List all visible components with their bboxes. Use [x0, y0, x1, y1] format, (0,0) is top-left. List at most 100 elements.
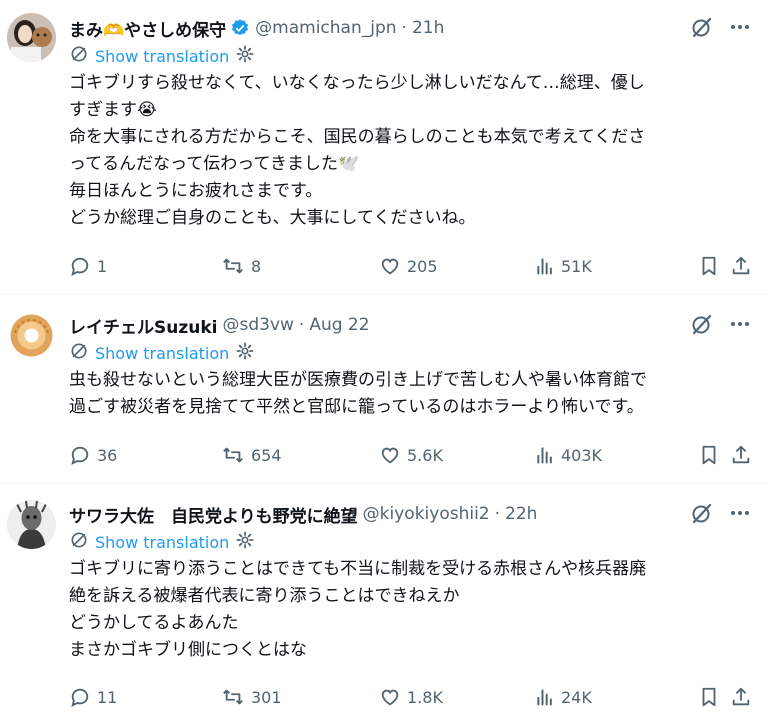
reply-icon [71, 257, 89, 276]
tweet-line: 毎日ほんとうにお疲れさまです。 [69, 181, 323, 201]
tweet-line: 命を大事にされる方だからこそ、国民の暮らしのことも本気で考えてくださ [69, 127, 646, 147]
reply-button[interactable]: 11 [69, 686, 117, 708]
bookmark-button[interactable] [698, 686, 720, 708]
tweet-text: ゴキブリすら殺せなくて、いなくなったら少し淋しいだなんて…総理、優し すぎます😭… [69, 70, 752, 232]
heart-icon [381, 447, 399, 464]
share-button[interactable] [730, 686, 752, 708]
more-options-icon[interactable] [728, 501, 752, 525]
repost-button[interactable]: 301 [221, 686, 282, 708]
separator-dot: · [401, 18, 407, 38]
tweet-actions: 11 301 1.8K 24K [69, 685, 752, 709]
analytics-icon [537, 258, 552, 275]
bookmark-button[interactable] [698, 444, 720, 466]
like-button[interactable]: 1.8K [379, 686, 443, 708]
tweet-line: 過ごす被災者を見捨てて平然と官邸に籠っているのはホラーより怖いです。 [69, 397, 644, 417]
like-button[interactable]: 205 [379, 255, 438, 277]
settings-gear-icon[interactable] [235, 44, 255, 68]
like-count: 1.8K [407, 687, 443, 707]
bookmark-icon [702, 445, 716, 465]
show-translation-link[interactable]: Show translation [95, 47, 229, 66]
show-translation-row[interactable]: Show translation [69, 340, 752, 366]
bookmark-button[interactable] [698, 255, 720, 277]
repost-count: 8 [251, 256, 262, 276]
grok-icon[interactable] [690, 501, 714, 525]
analytics-icon [537, 447, 552, 464]
tweet-header: サワラ大佐 自民党よりも野党に絶望 @kiyokiyoshii2 · 22h [69, 501, 752, 527]
tweet[interactable]: サワラ大佐 自民党よりも野党に絶望 @kiyokiyoshii2 · 22h S… [0, 484, 768, 722]
share-button[interactable] [730, 444, 752, 466]
verified-badge-icon [230, 18, 250, 38]
user-handle[interactable]: @mamichan_jpn [255, 18, 396, 38]
user-handle[interactable]: @kiyokiyoshii2 [363, 504, 490, 524]
show-translation-row[interactable]: Show translation [69, 529, 752, 555]
tweet-actions: 1 8 205 51K [69, 254, 752, 278]
view-count: 403K [561, 445, 603, 465]
views-button[interactable]: 51K [535, 256, 592, 276]
tweet-line: どうかしてるよあんた [69, 613, 239, 633]
timestamp[interactable]: 21h [412, 18, 444, 38]
show-translation-link[interactable]: Show translation [95, 533, 229, 552]
share-button[interactable] [730, 255, 752, 277]
avatar[interactable] [7, 13, 56, 62]
more-options-icon[interactable] [728, 312, 752, 336]
reply-icon [71, 446, 89, 465]
repost-icon [223, 447, 243, 463]
avatar[interactable] [7, 500, 56, 549]
tweet-line: 絶を訴える被爆者代表に寄り添うことはできねえか [69, 586, 460, 606]
avatar[interactable] [7, 311, 56, 360]
settings-gear-icon[interactable] [235, 530, 255, 554]
repost-button[interactable]: 8 [221, 255, 261, 277]
tweet-text: 虫も殺せないという総理大臣が医療費の引き上げで苦しむ人や暑い体育館で 過ごす被災… [69, 367, 752, 421]
timeline-feed: まみ🫶やさしめ保守 @mamichan_jpn · 21h Show trans… [0, 0, 768, 722]
tweet[interactable]: レイチェルSuzuki @sd3vw · Aug 22 Show transla… [0, 295, 768, 484]
repost-button[interactable]: 654 [221, 444, 282, 466]
show-translation-link[interactable]: Show translation [95, 344, 229, 363]
share-icon [732, 445, 750, 464]
display-name[interactable]: まみ🫶やさしめ保守 [69, 16, 226, 41]
user-handle[interactable]: @sd3vw [222, 315, 293, 335]
views-button[interactable]: 24K [535, 687, 592, 707]
settings-gear-icon[interactable] [235, 341, 255, 365]
analytics-icon [537, 689, 552, 706]
heart-icon [381, 258, 399, 275]
like-count: 205 [407, 256, 438, 276]
tweet-line: どうか総理ご自身のことも、大事にしてくださいね。 [69, 208, 476, 228]
reply-icon [71, 688, 89, 707]
like-count: 5.6K [407, 445, 443, 465]
reply-count: 11 [97, 687, 118, 707]
bookmark-icon [702, 256, 716, 276]
view-count: 51K [561, 256, 592, 276]
repost-count: 654 [251, 445, 282, 465]
reply-count: 1 [97, 256, 108, 276]
grok-icon[interactable] [690, 15, 714, 39]
view-count: 24K [561, 687, 592, 707]
timestamp[interactable]: Aug 22 [309, 315, 369, 335]
grok-icon[interactable] [690, 312, 714, 336]
show-translation-row[interactable]: Show translation [69, 43, 752, 69]
tweet-header: まみ🫶やさしめ保守 @mamichan_jpn · 21h [69, 15, 752, 41]
repost-icon [223, 258, 243, 274]
views-button[interactable]: 403K [535, 445, 602, 465]
display-name[interactable]: レイチェルSuzuki [69, 313, 217, 338]
separator-dot: · [298, 315, 305, 335]
tweet-line: まさかゴキブリ側につくとはな [69, 640, 307, 660]
tweet-text: ゴキブリに寄り添うことはできても不当に制裁を受ける赤根さんや核兵器廃 絶を訴える… [69, 556, 752, 664]
tweet-header: レイチェルSuzuki @sd3vw · Aug 22 [69, 312, 752, 338]
tweet[interactable]: まみ🫶やさしめ保守 @mamichan_jpn · 21h Show trans… [0, 0, 768, 295]
tweet-actions: 36 654 5.6K 403K [69, 443, 752, 467]
share-icon [732, 687, 750, 706]
reply-button[interactable]: 1 [69, 255, 107, 277]
display-name[interactable]: サワラ大佐 自民党よりも野党に絶望 [69, 502, 358, 527]
tweet-line: ゴキブリに寄り添うことはできても不当に制裁を受ける赤根さんや核兵器廃 [69, 559, 647, 579]
tweet-line: 虫も殺せないという総理大臣が医療費の引き上げで苦しむ人や暑い体育館で [69, 370, 647, 390]
reply-button[interactable]: 36 [69, 444, 117, 466]
share-icon [732, 256, 750, 275]
more-options-icon[interactable] [728, 15, 752, 39]
repost-icon [223, 689, 243, 705]
translate-icon [69, 44, 89, 68]
translate-icon [69, 530, 89, 554]
timestamp[interactable]: 22h [505, 504, 537, 524]
translate-icon [69, 341, 89, 365]
like-button[interactable]: 5.6K [379, 444, 443, 466]
separator-dot: · [494, 504, 501, 524]
